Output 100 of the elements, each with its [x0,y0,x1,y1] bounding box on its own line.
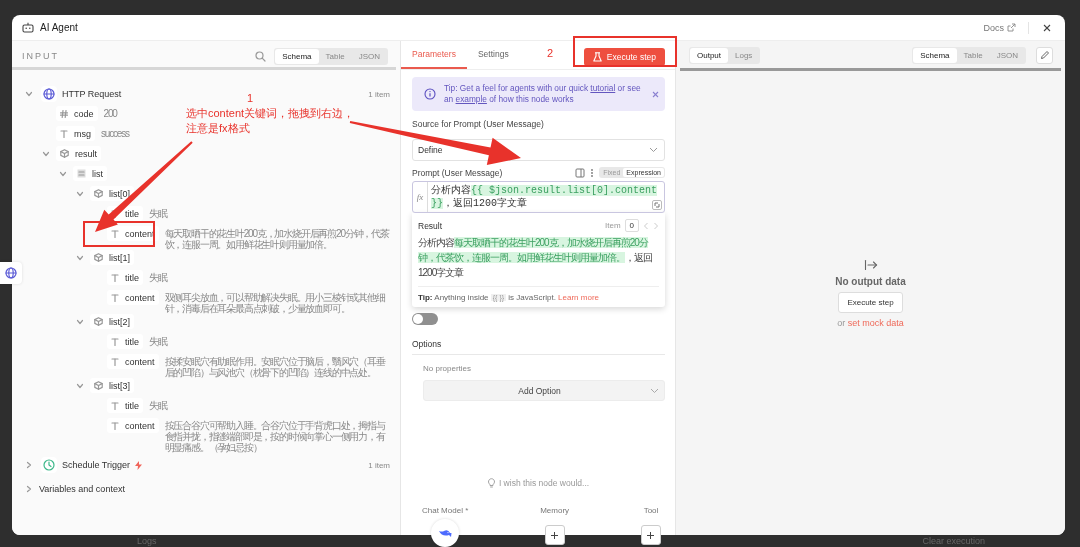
field-pill[interactable]: result [56,146,101,161]
text-type-icon [111,229,119,238]
robot-icon [22,22,34,33]
caret-down-icon [76,381,84,390]
collapse-caret[interactable] [25,90,33,98]
clock-icon [41,457,57,473]
field-pill[interactable]: list[2] [90,314,134,329]
caret-down-icon [76,317,84,326]
model-button[interactable] [431,519,460,547]
field-pill[interactable]: title [107,270,143,285]
caret-down-icon [76,253,84,262]
result-text: 分析内容每天取晒干的花生叶200克，加水烧开后再煎20分钟，代茶饮，连服一周。如用鲜花生叶则用量加倍。，返回1200字文章 [418,235,659,287]
add-button[interactable] [544,525,565,545]
text-type-icon [60,129,68,138]
cube-icon [94,317,103,326]
field-value: success [101,127,129,139]
external-link-icon [1007,23,1016,32]
plus-icon [647,531,655,539]
node-name[interactable]: HTTP Request [62,89,122,99]
caret-right-icon [25,485,33,493]
globe-icon [41,86,57,102]
cube-icon [94,253,103,262]
item-count: 1 item [368,89,390,99]
chevron-left-icon [643,221,649,230]
execute-step-button[interactable]: Execute step [838,291,903,313]
collapse-caret[interactable] [76,317,84,326]
item-count: 1 item [368,460,390,470]
item-field[interactable]: 0 [624,219,639,232]
collapse-caret[interactable] [42,149,50,158]
expand-caret[interactable] [25,485,33,493]
tab[interactable]: Schema [275,48,319,64]
field-value: 200 [103,107,117,119]
more-icon [590,167,595,178]
caret-right-icon [25,461,33,469]
annotation-frame [83,221,155,247]
node-name[interactable]: Schedule Trigger [62,460,131,470]
caret-down-icon [42,149,50,158]
plus-icon [551,531,559,539]
field-pill[interactable]: content [107,226,159,241]
field-pill[interactable]: content [107,354,159,369]
field-pill[interactable]: msg [56,126,95,141]
link[interactable]: example [455,94,487,104]
collapse-caret[interactable] [76,253,84,262]
cube-icon [94,381,103,390]
field-value: 失眠 [149,335,167,347]
docs-link[interactable]: Docs [983,22,1016,33]
caret-down-icon [76,189,84,198]
field-pill[interactable]: list[0] [90,186,134,201]
chevron-down-icon [650,387,659,394]
field-pill[interactable]: title [107,334,143,349]
field-value: 双侧耳尖放血，可以帮助解决失眠。用小三棱针或其他细针，消毒后在耳朵最高点刺破，少量放血即可。 [164,291,386,314]
chevron-right-icon [653,221,659,230]
annotation-text: 选中content关键词，拖拽到右边，注意是fx格式 [186,106,356,136]
node-name[interactable]: Variables and context [39,484,125,494]
field-pill[interactable]: code [56,106,98,121]
field-pill[interactable]: content [107,418,159,433]
node-button[interactable] [0,262,22,284]
field-value: 失眠 [149,207,167,219]
field-pill[interactable]: title [107,398,143,413]
annotation-text: 2 [547,46,554,61]
edit-button[interactable] [1036,46,1053,64]
cube-icon [94,189,103,198]
globe-icon [3,265,19,281]
field-label: Prompt (User Message) [412,167,503,178]
empty-text: No properties [423,364,473,373]
connection-label: Tool [643,506,659,515]
search-icon [255,50,267,62]
connection-label: Chat Model * [422,506,469,515]
collapse-caret[interactable] [59,169,67,178]
collapse-caret[interactable] [76,189,84,198]
text-type-icon [111,337,119,346]
text-type-icon [111,421,119,430]
text-type-icon [111,401,119,410]
field-pill[interactable]: list[1] [90,250,134,265]
execute-step-button[interactable]: Execute step [583,48,665,66]
toggle-switch[interactable] [412,313,438,325]
tab[interactable]: Schema [913,47,957,63]
add-option-dropdown[interactable]: Add Option [423,380,665,401]
hash-icon [60,109,68,118]
or-text: or [837,317,846,328]
add-button[interactable] [641,525,661,545]
expand-caret[interactable] [25,461,33,469]
section-title: Options [412,339,665,355]
field-pill[interactable]: list [73,166,107,181]
field-pill[interactable]: list[3] [90,378,134,393]
tab[interactable]: Settings [466,41,520,69]
whale-icon [438,528,453,538]
connection-label: Memory [540,506,570,515]
tab[interactable]: Output [690,47,728,63]
chevron-down-icon [649,147,658,153]
close-icon [1043,23,1051,32]
pencil-icon [1039,50,1050,60]
collapse-caret[interactable] [76,381,84,390]
text-type-icon [111,357,119,366]
link[interactable]: tutorial [590,83,616,93]
tab[interactable]: Parameters [401,41,467,69]
caret-down-icon [59,169,67,178]
close-icon [652,90,659,98]
info-icon [424,88,436,100]
field-pill[interactable]: content [107,290,159,305]
